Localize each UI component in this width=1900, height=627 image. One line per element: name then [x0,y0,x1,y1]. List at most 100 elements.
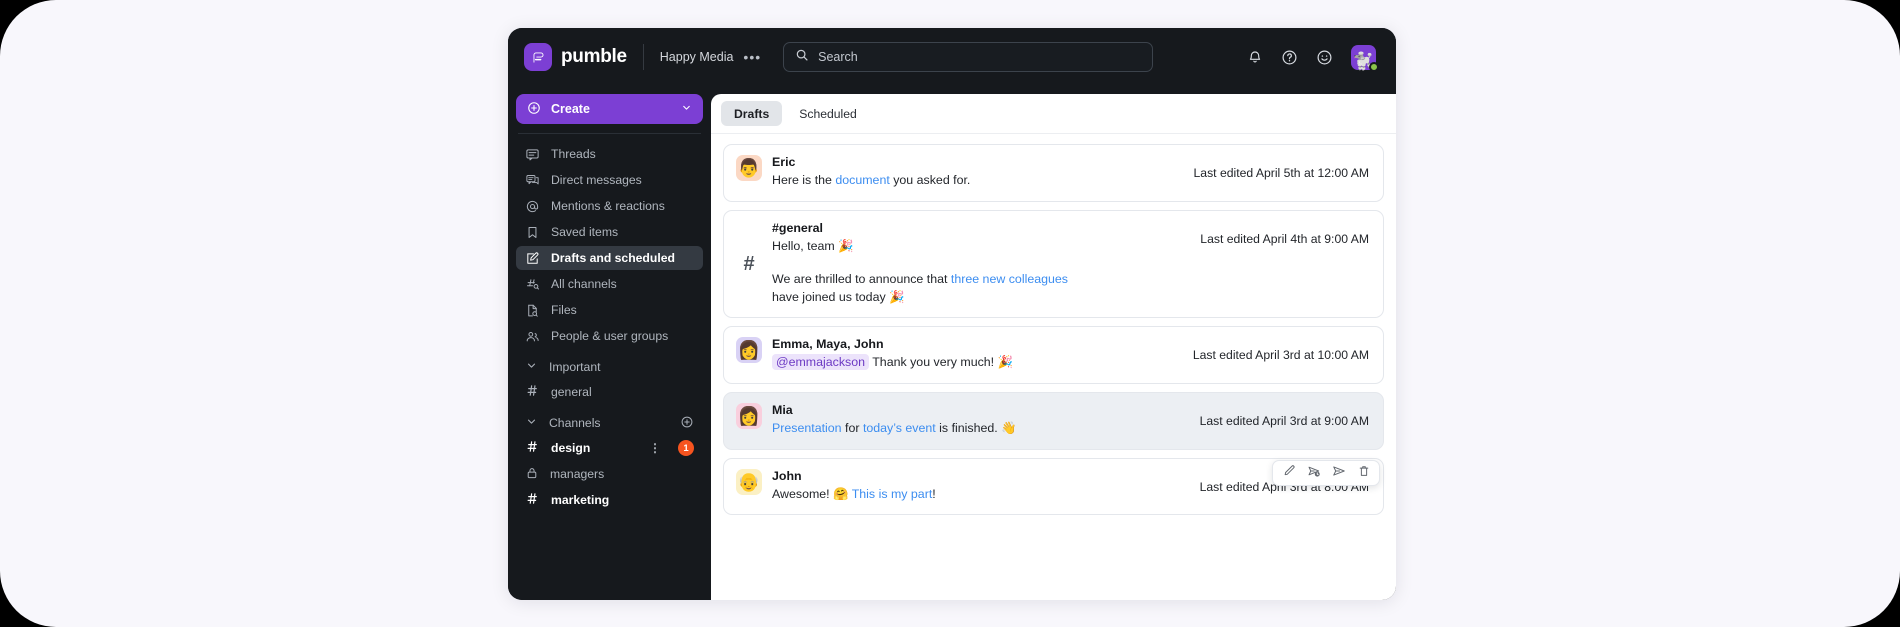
sidebar-section-label: Channels [549,416,601,430]
sidebar-item-label: Mentions & reactions [551,199,665,213]
draft-timestamp: Last edited April 4th at 9:00 AM [1200,231,1369,246]
message-text: ! [932,486,936,501]
avatar-emoji: 👨 [737,158,761,178]
draft-card[interactable]: 👩 Mia Presentation for today’s event is fi… [723,392,1384,450]
draft-card[interactable]: 👨 Eric Here is the document you asked for.… [723,144,1384,202]
people-icon [525,329,540,344]
sidebar-item-drafts-and-scheduled[interactable]: Drafts and scheduled [516,246,703,270]
at-icon [525,199,540,214]
hash-icon [525,383,540,401]
sidebar-channel-label: general [551,385,592,399]
draft-card[interactable]: 👩 Emma, Maya, John @emmajackson Thank you … [723,326,1384,385]
edit-draft-button[interactable] [1276,462,1301,484]
screenshot-root: pumble Happy Media ••• Search 🐩 Create T… [0,0,1900,627]
sidebar-item-saved-items[interactable]: Saved items [516,220,703,244]
sidebar-item-mentions-reactions[interactable]: Mentions & reactions [516,194,703,218]
draft-message-line: Awesome! 🤗 This is my part! [772,486,1092,504]
channel-options-icon[interactable]: ⋮ [649,442,661,454]
brand-name: pumble [561,46,627,67]
bookmark-icon [525,225,540,240]
draft-message-line: Presentation for today’s event is finish… [772,420,1092,438]
sidebar-item-all-channels[interactable]: All channels [516,272,703,296]
user-avatar[interactable]: 🐩 [1351,44,1379,72]
draft-hover-toolbar [1272,460,1380,486]
add-channel-button[interactable] [680,415,694,432]
plus-circle-icon [527,101,541,118]
avatar: 👨 [736,155,762,181]
mention-pill[interactable]: @emmajackson [772,354,870,371]
sidebar-channel-general[interactable]: general [516,380,703,404]
draft-message-line: We are thrilled to announce that three n… [772,271,1092,306]
tab-scheduled[interactable]: Scheduled [786,101,870,126]
message-link[interactable]: today’s event [863,421,936,435]
create-button[interactable]: Create [516,94,703,124]
draft-recipient: Mia [772,403,793,418]
sidebar-item-label: Saved items [551,225,619,239]
threads-icon [525,147,540,162]
sidebar-section-important[interactable]: Important [516,354,703,380]
unread-badge: 1 [678,440,694,456]
sidebar-section-channels[interactable]: Channels [516,410,703,436]
avatar-emoji: 👩 [737,406,761,427]
draft-recipient: #general [772,220,823,235]
message-text: for [841,421,863,436]
chevron-down-icon [681,102,692,116]
pumble-app-window: pumble Happy Media ••• Search 🐩 Create T… [508,28,1396,600]
sidebar-channel-managers[interactable]: managers [516,462,703,486]
message-text: is finished. 👋 [935,421,1017,436]
avatar: 👩 [736,403,762,430]
question-circle-icon[interactable] [1281,49,1298,66]
topbar-divider [642,44,644,70]
hash-icon: # [743,253,755,276]
chevron-down-icon[interactable] [525,415,538,431]
sidebar-channel-label: marketing [551,493,610,507]
sidebar-sections: Important general Channels design ⋮ 1 managers… [516,354,703,512]
message-link[interactable]: document [835,173,889,187]
sidebar-item-label: People & user groups [551,329,669,343]
message-link[interactable]: This is my part [852,487,933,501]
app-body: Create Threads Direct messages Mentions & … [508,86,1396,600]
avatar: 👩 [736,337,762,364]
draft-card-body: Mia Presentation for today’s event is fin… [772,403,1200,438]
status-dot-online [1369,61,1379,72]
draft-timestamp: Last edited April 3rd at 9:00 AM [1199,414,1369,429]
avatar-emoji: 👴 [737,471,761,492]
sidebar-channel-label: design [551,441,591,455]
bell-icon[interactable] [1247,49,1263,65]
pencil-icon [1282,464,1296,483]
draft-pencil-icon [525,251,540,266]
create-button-label: Create [551,102,590,116]
topbar-actions: 🐩 [1247,44,1380,72]
search-bar[interactable]: Search [783,42,1154,72]
message-text: Here is the [772,173,836,187]
smiley-icon[interactable] [1316,49,1333,66]
draft-card-body: #general Hello, team 🎉 We are thrilled to … [772,221,1200,307]
avatar: 👴 [736,468,762,495]
search-icon [795,48,809,67]
hash-icon [525,491,540,509]
sidebar-item-threads[interactable]: Threads [516,142,703,166]
sidebar-section-label: Important [549,360,601,374]
brand: pumble [524,43,627,71]
send-now-button[interactable] [1326,462,1351,484]
sidebar-item-people-user-groups[interactable]: People & user groups [516,324,703,348]
draft-card-body: Eric Here is the document you asked for. [772,155,1194,190]
draft-recipient: John [772,468,802,483]
search-input[interactable]: Search [818,50,858,64]
tab-drafts[interactable]: Drafts [721,101,783,126]
delete-draft-button[interactable] [1351,462,1376,484]
draft-card[interactable]: # #general Hello, team 🎉 We are thrilled to… [723,209,1384,319]
workspace-name[interactable]: Happy Media [660,50,734,64]
message-link[interactable]: three new colleagues [951,272,1068,286]
message-link[interactable]: Presentation [772,421,842,435]
sidebar-item-label: Direct messages [551,173,642,187]
avatar-emoji: 👩 [737,340,761,361]
sidebar-channel-marketing[interactable]: marketing [516,488,703,512]
sidebar-item-files[interactable]: Files [516,298,703,322]
sidebar-channel-design[interactable]: design ⋮ 1 [516,436,703,460]
sidebar-item-direct-messages[interactable]: Direct messages [516,168,703,192]
schedule-send-button[interactable] [1301,462,1326,484]
chevron-down-icon[interactable] [525,359,538,375]
workspace-more-button[interactable]: ••• [743,50,761,64]
hash-icon [525,439,540,457]
